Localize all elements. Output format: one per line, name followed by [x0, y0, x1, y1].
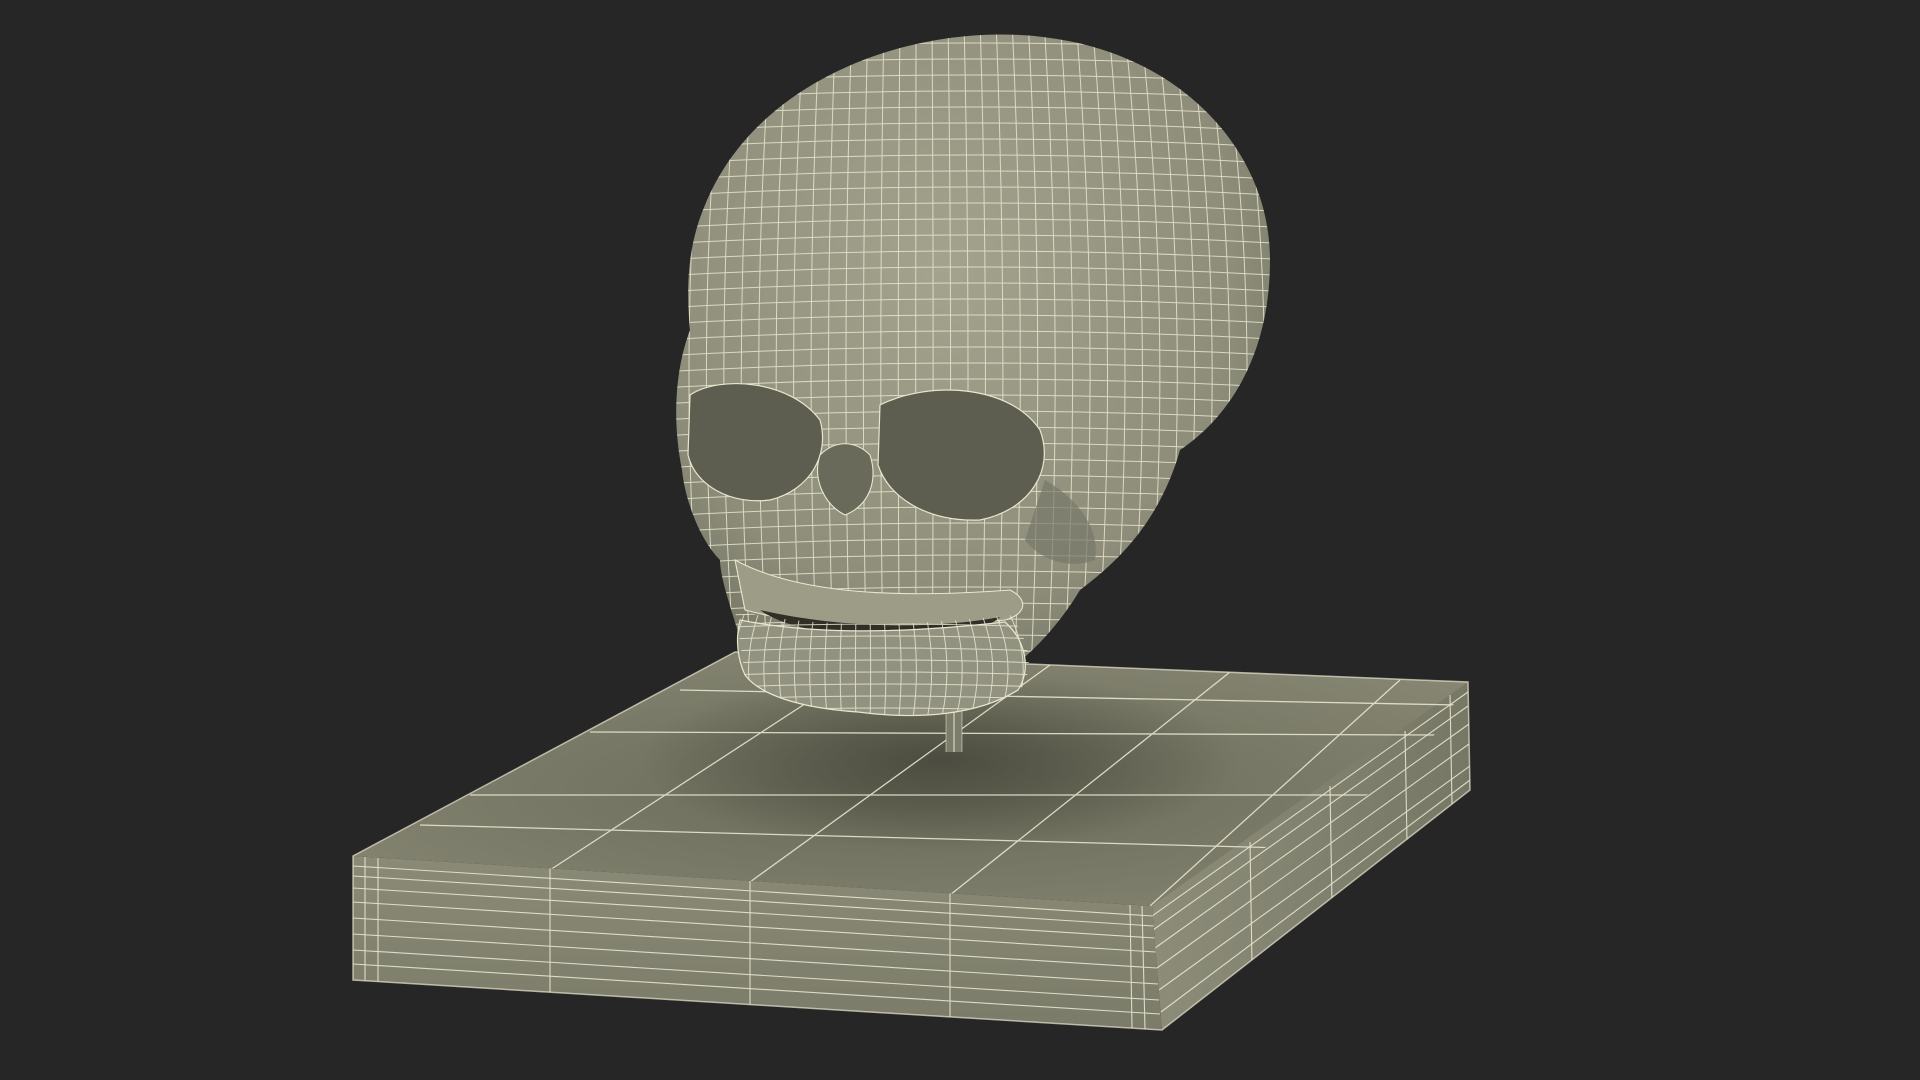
skull [676, 34, 1270, 713]
render-viewport [0, 0, 1920, 1080]
scene-render [352, 34, 1471, 1031]
